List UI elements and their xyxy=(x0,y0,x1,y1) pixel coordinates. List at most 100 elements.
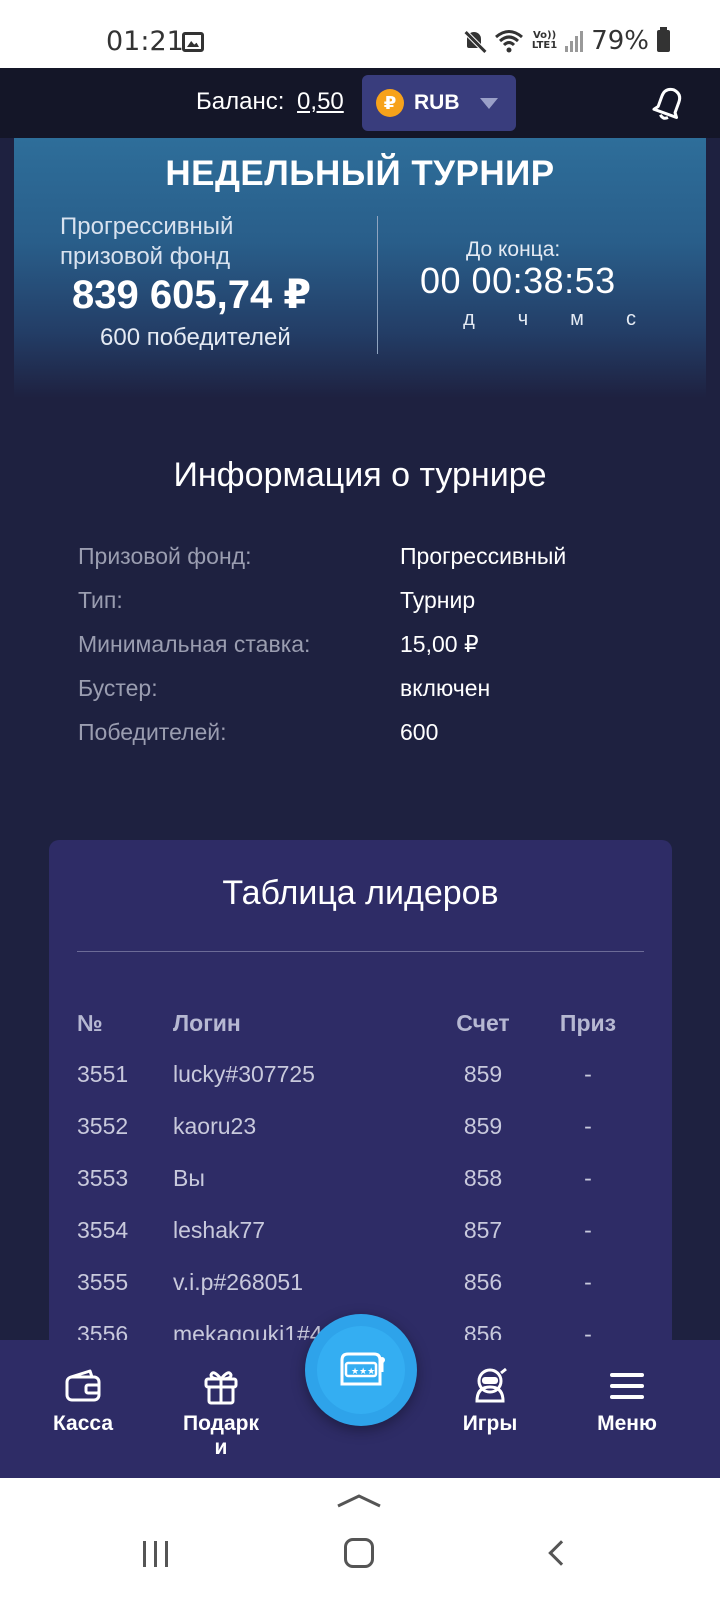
wifi-icon xyxy=(494,30,523,53)
tournament-banner: НЕДЕЛЬНЫЙ ТУРНИР Прогрессивный призовой … xyxy=(14,138,706,398)
table-row: 3553 Вы 858 - xyxy=(77,1152,644,1204)
leaderboard-title: Таблица лидеров xyxy=(222,874,499,912)
gamer-icon xyxy=(475,1367,507,1403)
info-value: 15,00 ₽ xyxy=(400,630,479,657)
info-row: Победителей: 600 xyxy=(78,710,678,754)
prize-fund-amount: 839 605,74 ₽ xyxy=(72,273,312,317)
tournament-title: НЕДЕЛЬНЫЙ ТУРНИР xyxy=(165,154,555,193)
score-cell: 859 xyxy=(463,1112,503,1139)
login-cell: leshak77 xyxy=(173,1216,266,1243)
prize-fund-label: Прогрессивный призовой фонд xyxy=(60,213,234,270)
info-value: Турнир xyxy=(400,586,476,613)
banner-divider xyxy=(377,216,378,354)
unit-minutes: м xyxy=(570,308,584,330)
nav-label: Касса xyxy=(52,1412,114,1435)
table-row: 3555 v.i.p#268051 856 - xyxy=(77,1256,644,1308)
chevron-down-icon xyxy=(479,97,498,109)
balance: Баланс: 0,50 xyxy=(196,88,344,116)
system-navigation xyxy=(0,1478,720,1600)
rank-cell: 3552 xyxy=(77,1112,129,1139)
countdown-units: д ч м с xyxy=(442,308,658,331)
back-icon[interactable] xyxy=(548,1540,574,1566)
unit-hours: ч xyxy=(517,308,529,330)
info-value: Прогрессивный xyxy=(400,542,567,569)
info-key: Победителей: xyxy=(78,718,227,745)
currency-selector[interactable]: ₽ RUB xyxy=(362,75,516,131)
slot-machine-icon: ★★★ xyxy=(340,1352,385,1386)
volte-lte-icon: Vo)) LTE1 xyxy=(532,31,557,51)
battery-text: 79% xyxy=(591,26,649,56)
battery-icon xyxy=(657,27,670,52)
info-row: Тип: Турнир xyxy=(78,578,678,622)
recent-apps-icon[interactable] xyxy=(143,1541,168,1567)
rank-cell: 3553 xyxy=(77,1164,129,1191)
info-value: включен xyxy=(400,674,491,701)
info-key: Призовой фонд: xyxy=(78,542,252,569)
prize-cell: - xyxy=(584,1164,592,1191)
app-header: Баланс: 0,50 ₽ RUB xyxy=(0,68,720,138)
chevron-up-icon[interactable] xyxy=(336,1492,382,1508)
mute-icon xyxy=(464,30,486,52)
info-key: Тип: xyxy=(78,586,123,613)
table-header: № Логин Счет Приз xyxy=(77,998,644,1048)
info-value: 600 xyxy=(400,718,439,745)
wallet-icon xyxy=(65,1369,101,1402)
info-row: Призовой фонд: Прогрессивный xyxy=(78,534,678,578)
info-list: Призовой фонд: Прогрессивный Тип: Турнир… xyxy=(78,534,678,754)
status-icons: Vo)) LTE1 79% xyxy=(464,26,670,56)
score-cell: 856 xyxy=(463,1268,503,1295)
signal-icon xyxy=(565,30,584,52)
info-key: Бустер: xyxy=(78,674,158,701)
login-cell: kaoru23 xyxy=(173,1112,257,1139)
rank-cell: 3551 xyxy=(77,1060,129,1087)
bell-icon[interactable] xyxy=(652,84,686,122)
leaderboard-table: № Логин Счет Приз 3551 lucky#307725 859 … xyxy=(77,998,644,1360)
hamburger-icon xyxy=(610,1373,644,1399)
nav-cashier[interactable]: Касса xyxy=(23,1366,143,1436)
column-rank: № xyxy=(77,1009,103,1036)
leaderboard-divider xyxy=(77,951,644,952)
nav-gifts[interactable]: Подарк и xyxy=(161,1366,281,1460)
rank-cell: 3554 xyxy=(77,1216,129,1243)
nav-label-line-2: и xyxy=(214,1436,228,1459)
image-icon xyxy=(182,32,204,52)
status-time: 01:21 xyxy=(106,26,184,57)
login-cell: Вы xyxy=(173,1164,205,1191)
prize-cell: - xyxy=(584,1060,592,1087)
gift-icon xyxy=(204,1371,238,1405)
login-cell: v.i.p#268051 xyxy=(173,1268,304,1295)
nav-label: Меню xyxy=(597,1412,657,1435)
unit-seconds: с xyxy=(626,308,636,330)
column-login: Логин xyxy=(173,1009,241,1036)
column-prize: Приз xyxy=(559,1009,617,1036)
score-cell: 859 xyxy=(463,1060,503,1087)
countdown-label: До конца: xyxy=(466,238,561,261)
unit-days: д xyxy=(463,308,475,330)
score-cell: 857 xyxy=(463,1216,503,1243)
info-row: Минимальная ставка: 15,00 ₽ xyxy=(78,622,678,666)
balance-value[interactable]: 0,50 xyxy=(297,88,344,115)
nav-slots-button[interactable]: ★★★ xyxy=(305,1314,417,1426)
status-bar: 01:21 Vo)) LTE1 79% xyxy=(0,0,720,68)
prize-cell: - xyxy=(584,1112,592,1139)
nav-label-line-1: Подарк xyxy=(183,1412,259,1435)
lte-label-bottom: LTE1 xyxy=(531,40,558,51)
leaderboard-panel[interactable]: Таблица лидеров № Логин Счет Приз 3551 l… xyxy=(49,840,672,1360)
currency-code: RUB xyxy=(414,91,460,114)
prize-cell: - xyxy=(584,1216,592,1243)
countdown-timer: 00 00:38:53 xyxy=(420,260,616,301)
bottom-navigation: Касса Подарк и ★★★ Игры Меню xyxy=(0,1314,720,1478)
score-cell: 858 xyxy=(463,1164,503,1191)
prize-cell: - xyxy=(584,1268,592,1295)
table-row: 3554 leshak77 857 - xyxy=(77,1204,644,1256)
svg-text:★★★: ★★★ xyxy=(351,1367,375,1377)
nav-label: Игры xyxy=(462,1412,518,1435)
home-icon[interactable] xyxy=(344,1538,374,1568)
info-row: Бустер: включен xyxy=(78,666,678,710)
rank-cell: 3555 xyxy=(77,1268,129,1295)
nav-menu[interactable]: Меню xyxy=(567,1366,687,1436)
balance-label: Баланс: xyxy=(196,88,285,115)
nav-games[interactable]: Игры xyxy=(430,1366,550,1436)
table-row: 3552 kaoru23 859 - xyxy=(77,1100,644,1152)
login-cell: lucky#307725 xyxy=(173,1060,315,1087)
